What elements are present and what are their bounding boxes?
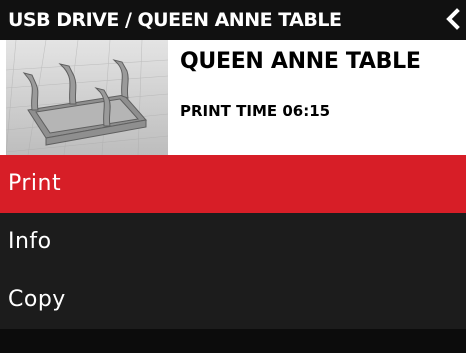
action-menu: Print Info Copy — [0, 155, 466, 329]
file-name-heading: QUEEN ANNE TABLE — [180, 49, 421, 74]
print-time-label: PRINT TIME 06:15 — [180, 102, 331, 120]
chevron-left-icon — [446, 8, 460, 30]
menu-item-copy[interactable]: Copy — [0, 271, 466, 329]
bottom-bar — [0, 329, 466, 353]
title-bar: USB DRIVE / QUEEN ANNE TABLE — [0, 0, 466, 40]
menu-item-info[interactable]: Info — [0, 213, 466, 271]
model-preview-thumbnail — [5, 39, 169, 156]
breadcrumb: USB DRIVE / QUEEN ANNE TABLE — [8, 9, 342, 31]
table-model-image — [5, 39, 169, 156]
back-button[interactable] — [444, 8, 462, 30]
menu-item-print[interactable]: Print — [0, 155, 466, 213]
file-detail-screen: USB DRIVE / QUEEN ANNE TABLE QUEEN ANNE … — [0, 0, 466, 353]
